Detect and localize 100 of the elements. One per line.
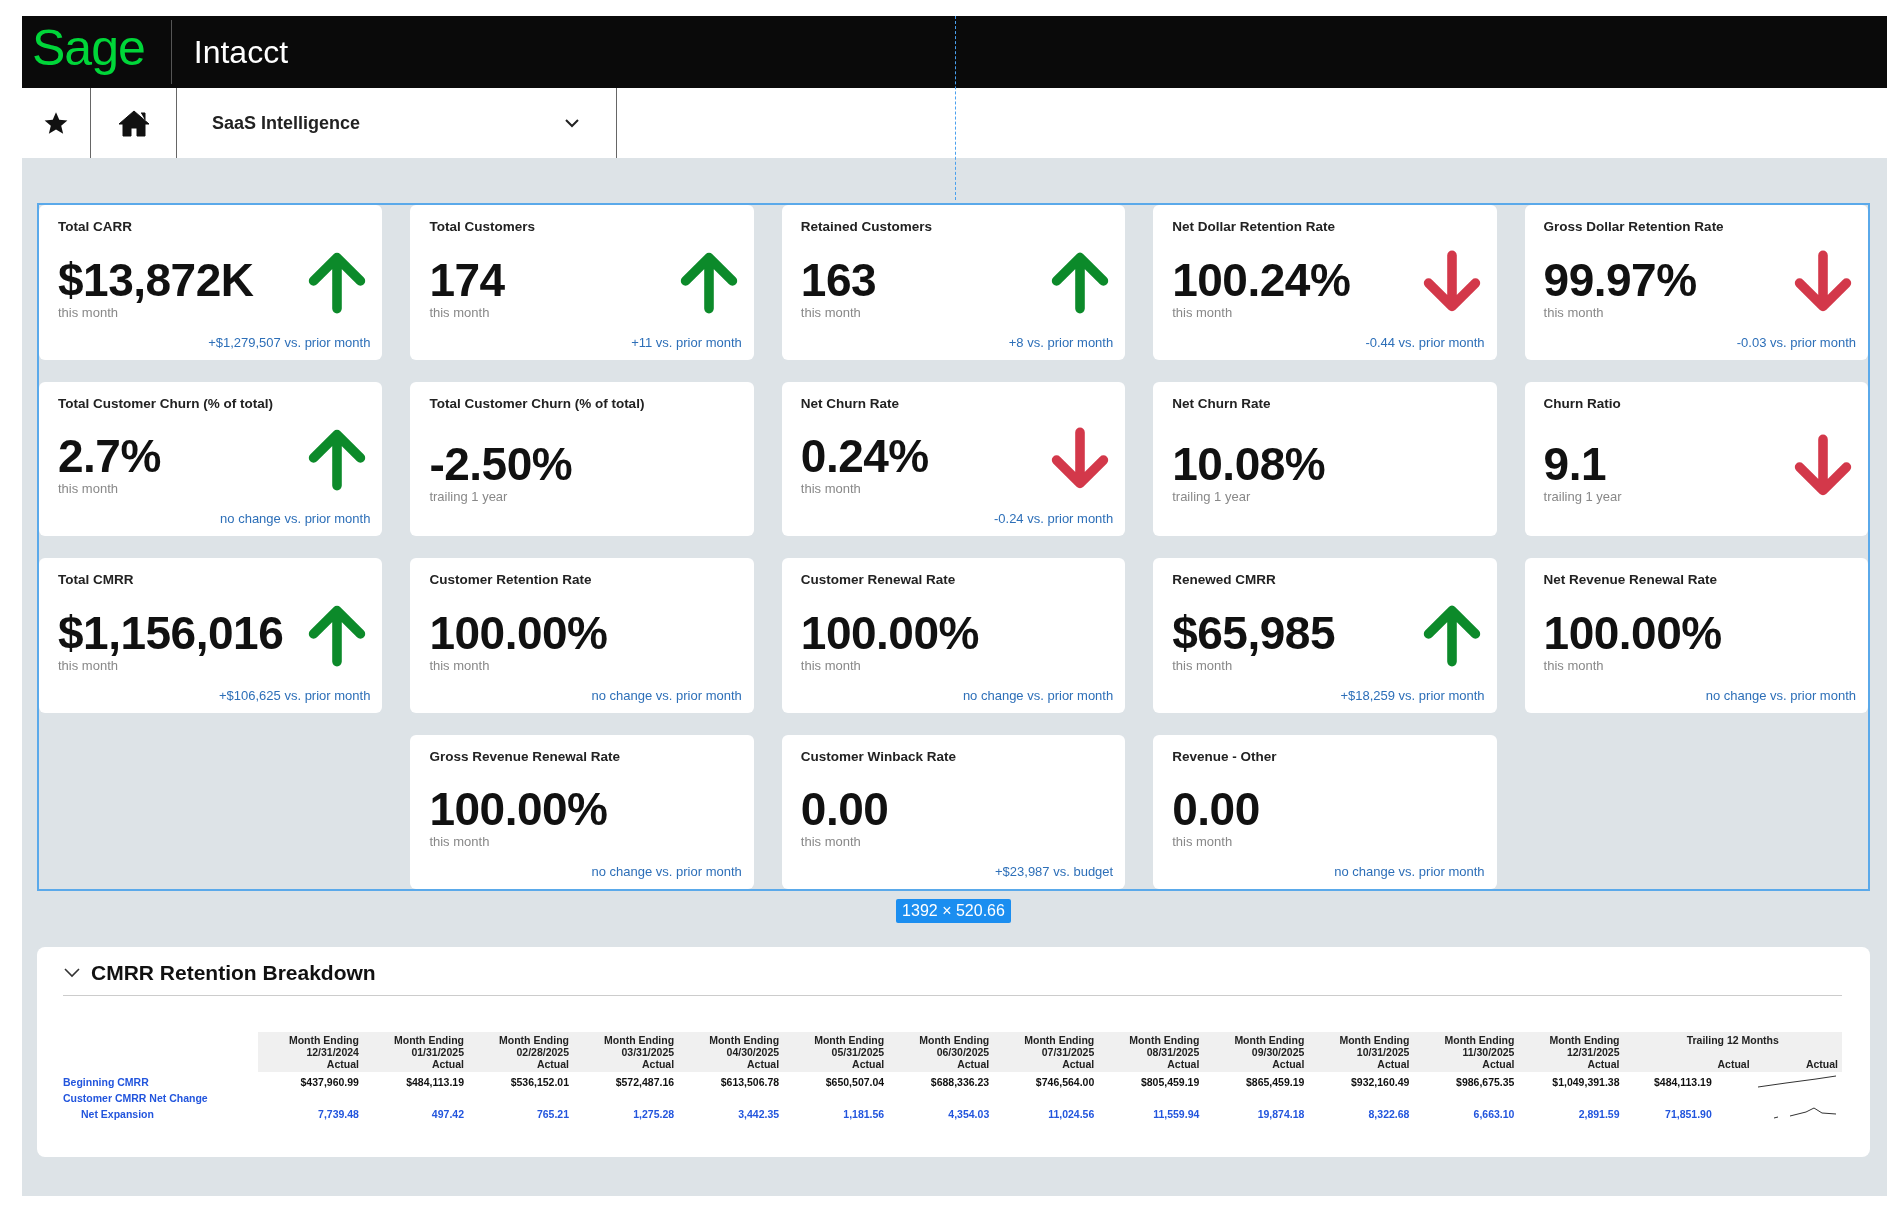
comparison-text: +$106,625 vs. prior month — [219, 687, 371, 703]
kpi-value: -2.50% — [429, 438, 574, 489]
table-cell: $437,960.99 — [257, 1072, 363, 1092]
kpi-value: 2.7% — [58, 431, 162, 482]
card-title: Total Customer Churn (% of total) — [429, 395, 646, 411]
kpi-value: 100.00% — [429, 784, 609, 835]
column-header: Actual — [1717, 1058, 1750, 1070]
table-cell-text: 11,559.94 — [1152, 1107, 1201, 1122]
table-cell-text: 497.42 — [430, 1107, 465, 1122]
card-title: Total Customers — [429, 219, 536, 234]
period-label: this month — [429, 657, 491, 673]
period-label: this month — [58, 481, 119, 497]
comparison-text: +8 vs. prior month — [1008, 334, 1114, 350]
period-label: this month — [800, 834, 862, 850]
kpi-value: 174 — [429, 254, 506, 305]
column-header: Month Ending 04/30/2025 Actual — [678, 1032, 784, 1072]
column-header: Month Ending 05/31/2025 Actual — [783, 1032, 889, 1072]
period-label: this month — [58, 657, 119, 673]
table-cell: $613,506.78 — [678, 1072, 784, 1092]
kpi-value: 9.1 — [1543, 438, 1608, 489]
card-title: Gross Revenue Renewal Rate — [429, 748, 621, 764]
period-label: this month — [429, 834, 491, 850]
column-header: Month Ending 08/31/2025 Actual — [1098, 1032, 1204, 1072]
period-label: this month — [1543, 657, 1605, 673]
comparison-text: no change vs. prior month — [962, 687, 1114, 703]
card-title: Retained Customers — [800, 219, 934, 234]
comparison-text: -0.24 vs. prior month — [993, 511, 1114, 526]
table-cell: $1,049,391.38 — [1518, 1072, 1624, 1092]
table-cell-text: 19,874.18 — [1256, 1107, 1306, 1122]
comparison-text: no change vs. prior month — [591, 687, 742, 703]
comparison-text: no change vs. prior month — [591, 864, 742, 879]
period-label: trailing 1 year — [1172, 488, 1252, 504]
table-cell: $688,336.23 — [888, 1072, 994, 1092]
table-cell: $746,564.00 — [993, 1072, 1099, 1092]
table-cell-text: 7,739.48 — [317, 1107, 360, 1122]
card-title: Customer Winback Rate — [800, 748, 957, 764]
column-group-header: Trailing 12 Months — [1685, 1034, 1780, 1046]
table-cell: $572,487.16 — [573, 1072, 679, 1092]
card-title: Total CMRR — [58, 572, 135, 587]
comparison-text: no change vs. prior month — [1334, 864, 1485, 879]
logo: Sage — [32, 20, 172, 84]
table-cell-text: 2,891.59 — [1577, 1107, 1621, 1122]
kpi-value: 0.00 — [800, 784, 890, 835]
comparison-text: -0.03 vs. prior month — [1736, 334, 1856, 350]
column-header: Month Ending 11/30/2025 Actual — [1413, 1032, 1519, 1072]
card-title: Revenue - Other — [1172, 748, 1278, 764]
kpi-value: $1,156,016 — [58, 607, 285, 658]
chevron-down-icon — [564, 118, 580, 128]
period-label: this month — [1172, 834, 1234, 850]
table-cell-text: 11,024.56 — [1047, 1107, 1096, 1122]
kpi-value: 163 — [800, 254, 878, 305]
table-cell: $865,459.19 — [1203, 1072, 1309, 1092]
comparison-text: +$18,259 vs. prior month — [1340, 687, 1485, 703]
table-cell: $805,459.19 — [1098, 1072, 1204, 1092]
collapse-toggle[interactable] — [63, 967, 81, 979]
period-label: this month — [1172, 304, 1234, 320]
comparison-text: no change vs. prior month — [220, 511, 371, 526]
card-title: Net Churn Rate — [800, 395, 901, 411]
period-label: this month — [1172, 657, 1234, 673]
table-cell: $536,152.01 — [468, 1072, 574, 1092]
table-cell: $484,113.19 — [1623, 1072, 1716, 1092]
kpi-value: $65,985 — [1172, 607, 1336, 658]
card-title: Renewed CMRR — [1172, 572, 1277, 587]
table-cell-text: 3,442.35 — [737, 1107, 781, 1122]
period-label: this month — [429, 304, 491, 320]
column-header: Month Ending 02/28/2025 Actual — [468, 1032, 574, 1072]
comparison-text: +$23,987 vs. budget — [995, 864, 1114, 879]
period-label: this month — [58, 304, 119, 320]
kpi-value: 100.24% — [1172, 254, 1352, 305]
comparison-text: -0.44 vs. prior month — [1365, 334, 1485, 350]
kpi-value: $13,872K — [58, 254, 255, 305]
table-cell-text: 1,181.56 — [842, 1107, 886, 1122]
card-title: Gross Dollar Retention Rate — [1543, 219, 1725, 234]
kpi-value: 99.97% — [1543, 254, 1698, 305]
comparison-text: +$1,279,507 vs. prior month — [208, 334, 371, 350]
table-cell: $986,675.35 — [1413, 1072, 1519, 1092]
column-header: Month Ending 06/30/2025 Actual — [888, 1032, 994, 1072]
card-title: Net Churn Rate — [1172, 395, 1272, 411]
kpi-value: 100.00% — [1543, 607, 1723, 658]
row-label[interactable]: Beginning CMRR — [63, 1072, 258, 1092]
table-cell-text: 4,354.03 — [947, 1107, 991, 1122]
section-title: CMRR Retention Breakdown — [91, 961, 376, 985]
size-badge: 1392 × 520.66 — [896, 899, 1011, 923]
row-label[interactable]: Net Expansion — [63, 1104, 258, 1124]
table-cell-text: 6,663.10 — [1472, 1107, 1516, 1122]
column-header: Month Ending 07/31/2025 Actual — [993, 1032, 1099, 1072]
comparison-text: +11 vs. prior month — [631, 334, 742, 350]
kpi-value: 10.08% — [1172, 438, 1327, 489]
table-cell: $484,113.19 — [362, 1072, 468, 1092]
period-label: this month — [800, 657, 862, 673]
product-name: Intacct — [192, 33, 289, 71]
table-cell-text: 1,275.28 — [632, 1107, 676, 1122]
card-title: Customer Renewal Rate — [800, 572, 957, 587]
kpi-value: 0.00 — [1172, 784, 1261, 835]
card-title: Total CARR — [58, 219, 133, 234]
row-label[interactable]: Customer CMRR Net Change — [63, 1092, 258, 1104]
period-label: this month — [800, 304, 862, 320]
kpi-value: 100.00% — [800, 607, 980, 658]
table-cell-text: 765.21 — [535, 1107, 571, 1122]
table-cell: $650,507.04 — [783, 1072, 889, 1092]
